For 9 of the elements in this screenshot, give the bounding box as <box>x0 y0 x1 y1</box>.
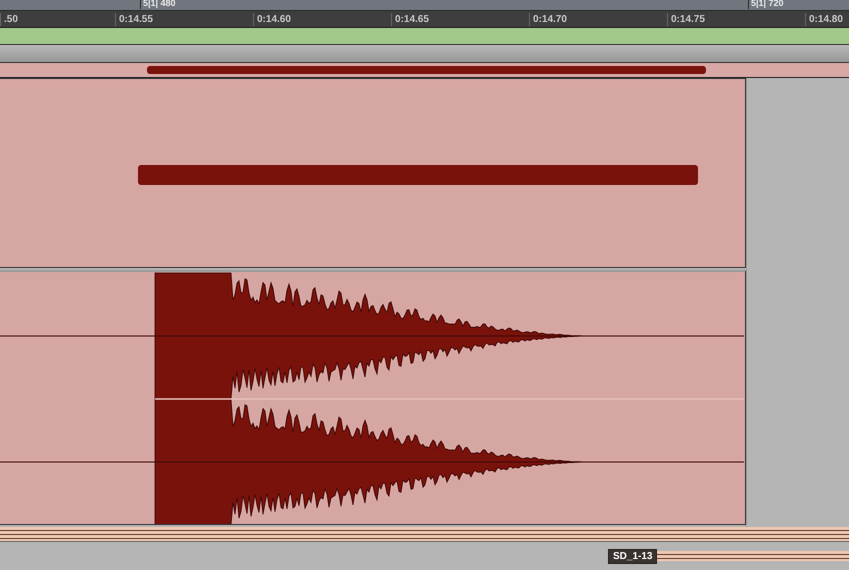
clip-name[interactable]: SD_1-13 <box>608 548 658 564</box>
timecode-label: 0:14.75 <box>667 13 705 26</box>
timecode-label: 0:14.65 <box>391 13 429 26</box>
midi-clip[interactable] <box>0 78 746 268</box>
timecode-label: 0:14.60 <box>253 13 291 26</box>
timecode-label: .50 <box>0 13 18 26</box>
timecode-label: 0:14.80 <box>805 13 843 26</box>
timecode-label: 0:14.70 <box>529 13 567 26</box>
timecode-label: 0:14.55 <box>115 13 153 26</box>
